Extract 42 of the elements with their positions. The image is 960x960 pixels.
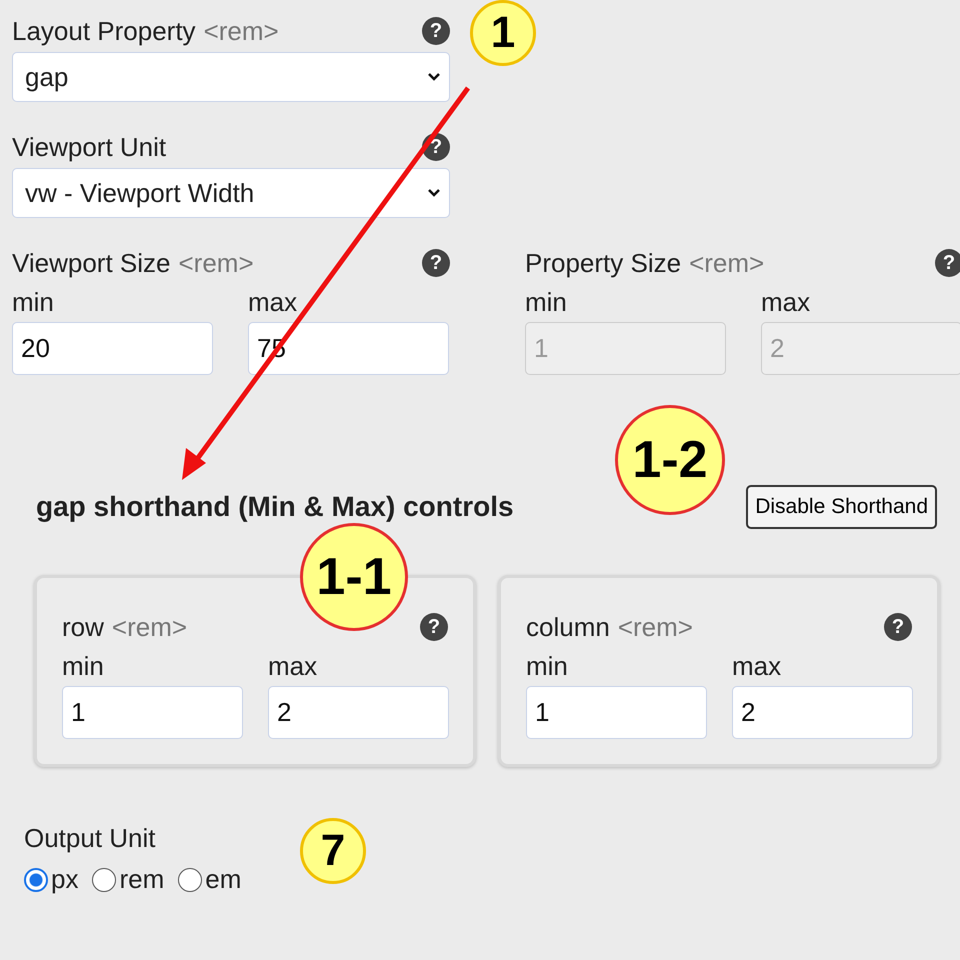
field-label: Viewport Unit [12, 132, 166, 162]
min-input[interactable]: 1 [526, 686, 707, 739]
field-label: Layout Property [12, 16, 196, 46]
unit-hint: <rem> [618, 612, 693, 642]
radio-option[interactable]: rem [92, 864, 164, 895]
help-icon[interactable]: ? [422, 249, 450, 277]
help-icon[interactable]: ? [884, 613, 912, 641]
field-label: row [62, 612, 104, 642]
field-label: Property Size [525, 248, 682, 278]
max-label: max [248, 286, 298, 319]
min-label: min [62, 650, 105, 683]
field-label: Output Unit [24, 823, 156, 854]
max-input[interactable]: 2 [732, 686, 913, 739]
callout-badge: 1-1 [300, 523, 408, 631]
max-input[interactable]: 2 [268, 686, 449, 739]
field-label: Viewport Size [12, 248, 170, 278]
field-label: column [526, 612, 610, 642]
radio-option[interactable]: em [178, 864, 242, 895]
unit-hint: <rem> [112, 612, 188, 642]
min-input[interactable]: 20 [12, 322, 213, 375]
select-dropdown[interactable]: gap [12, 52, 450, 102]
unit-hint: <rem> [178, 248, 254, 278]
help-icon[interactable]: ? [420, 613, 448, 641]
unit-hint: <rem> [204, 16, 279, 46]
callout-badge: 1-2 [615, 405, 725, 515]
unit-hint: <rem> [689, 248, 764, 278]
help-icon[interactable]: ? [422, 17, 450, 45]
min-label: min [12, 286, 55, 319]
min-label: min [526, 650, 569, 683]
callout-badge: 7 [300, 818, 366, 884]
min-input[interactable]: 1 [62, 686, 243, 739]
chevron-icon [427, 188, 441, 198]
min-label: min [525, 286, 568, 319]
callout-badge: 1 [470, 0, 536, 66]
chevron-icon [427, 72, 441, 82]
disable-shorthand-button[interactable]: Disable Shorthand [746, 485, 937, 529]
max-label: max [732, 650, 782, 683]
max-label: max [268, 650, 318, 683]
max-label: max [761, 286, 812, 319]
section-heading: gap shorthand (Min & Max) controls [36, 491, 514, 523]
select-dropdown[interactable]: vw - Viewport Width [12, 168, 450, 218]
radio-option[interactable]: px [24, 864, 78, 895]
